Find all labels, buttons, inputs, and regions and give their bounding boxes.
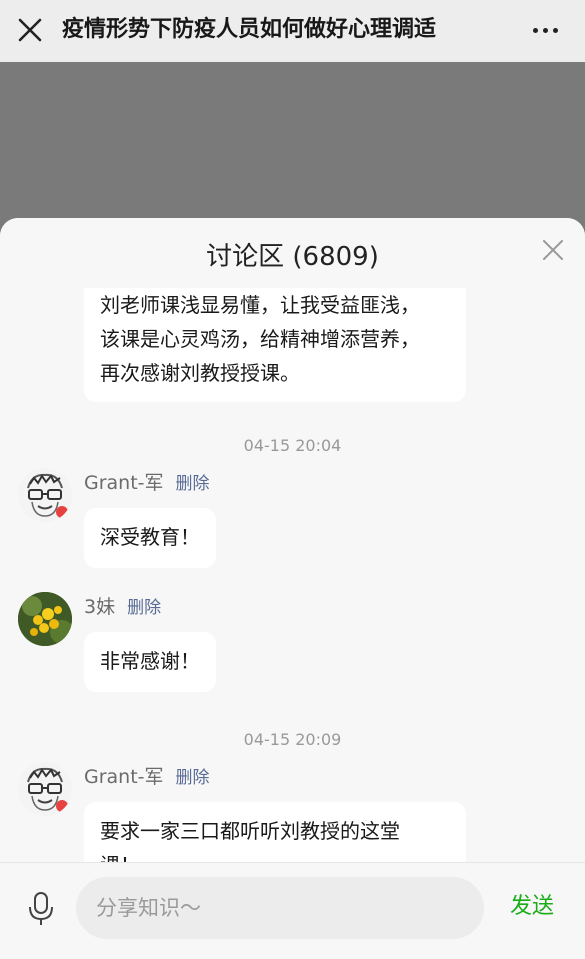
panel-title: 讨论区 (6809) — [206, 242, 379, 272]
panel-header: 讨论区 (6809) — [0, 218, 585, 288]
comment-meta: Grant-军 删除 — [84, 470, 210, 496]
send-button[interactable]: 发送 — [510, 889, 554, 925]
comment-bubble: 深受教育！ — [84, 508, 216, 568]
comment-bubble: 非常感谢！ — [84, 632, 216, 692]
comment-text: 要求一家三口都听听刘教授的这堂 — [100, 819, 400, 843]
comment-text: 深受教育！ — [100, 525, 200, 549]
timestamp: 04-15 20:09 — [243, 730, 342, 749]
page-title: 疫情形势下防疫人员如何做好心理调适 — [62, 17, 437, 42]
avatar — [18, 592, 72, 646]
comment-text: 刘老师课浅显易懂，让我受益匪浅， — [100, 293, 420, 317]
comment-text: 再次感谢刘教授授课。 — [100, 361, 300, 385]
more-icon[interactable] — [531, 16, 561, 44]
microphone-icon[interactable] — [26, 891, 56, 927]
comment-bubble: 要求一家三口都听听刘教授的这堂 课！ — [84, 802, 466, 862]
delete-link[interactable]: 删除 — [176, 474, 210, 494]
comment-input-bar: 发送 — [0, 862, 585, 959]
comment-text: 该课是心灵鸡汤，给精神增添营养， — [100, 327, 420, 351]
username: Grant-军 — [84, 472, 164, 494]
close-icon[interactable] — [541, 238, 565, 262]
close-icon[interactable] — [16, 16, 44, 44]
timestamp: 04-15 20:04 — [243, 436, 342, 455]
comment-meta: Grant-军 删除 — [84, 764, 210, 790]
comment-text: 课！ — [100, 848, 450, 862]
delete-link[interactable]: 删除 — [176, 768, 210, 788]
comment-list[interactable]: 刘老师课浅显易懂，让我受益匪浅， 该课是心灵鸡汤，给精神增添营养， 再次感谢刘教… — [0, 268, 585, 862]
comment-meta: 3妹 删除 — [84, 594, 161, 620]
comment-text: 非常感谢！ — [100, 649, 200, 673]
top-navbar: 疫情形势下防疫人员如何做好心理调适 — [0, 0, 585, 62]
username: 3妹 — [84, 596, 116, 618]
avatar — [18, 762, 72, 816]
delete-link[interactable]: 删除 — [127, 598, 161, 618]
avatar — [18, 468, 72, 522]
comment-input[interactable] — [76, 877, 484, 939]
comment-bubble: 刘老师课浅显易懂，让我受益匪浅， 该课是心灵鸡汤，给精神增添营养， 再次感谢刘教… — [84, 278, 466, 402]
discussion-panel: 讨论区 (6809) 刘老师课浅显易懂，让我受益匪浅， 该课是心灵鸡汤，给精神增… — [0, 218, 585, 958]
username: Grant-军 — [84, 766, 164, 788]
